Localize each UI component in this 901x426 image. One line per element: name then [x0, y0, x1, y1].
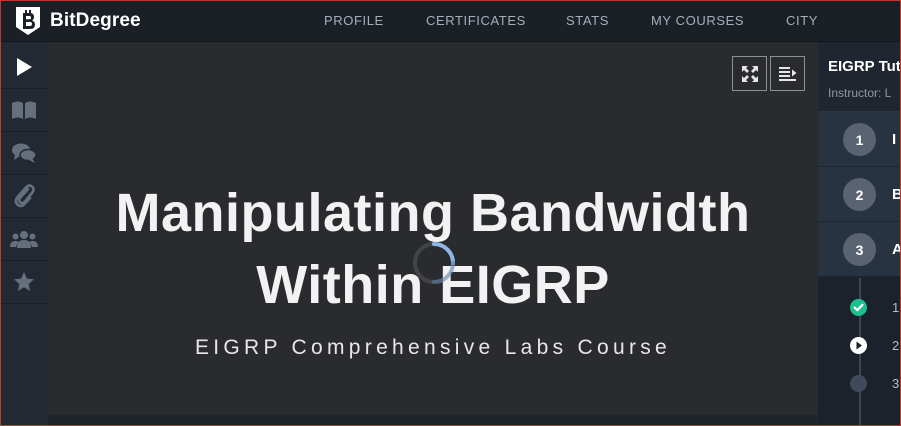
course-instructor[interactable]: Instructor: L [828, 86, 891, 100]
fullscreen-button[interactable] [732, 56, 767, 91]
course-content-panel: EIGRP Tut Instructor: L 1 I 2 B 3 A 1 2 … [818, 42, 901, 426]
lesson-number: 2 [892, 338, 900, 353]
play-icon [17, 58, 32, 76]
sidebar-item-students[interactable] [0, 218, 48, 261]
section-title: A [892, 241, 901, 258]
video-subtitle: EIGRP Comprehensive Labs Course [194, 336, 672, 359]
paperclip-icon [14, 184, 35, 208]
course-header: EIGRP Tut Instructor: L [818, 42, 901, 112]
sidebar-item-materials[interactable] [0, 89, 48, 132]
bitdegree-shield-icon [16, 7, 40, 35]
users-icon [10, 231, 38, 248]
lesson-item-1[interactable]: 1 [818, 288, 901, 326]
chat-icon [12, 143, 37, 163]
video-player[interactable]: Manipulating Bandwidth Within EIGRP EIGR… [48, 42, 818, 415]
sidebar-item-video[interactable] [0, 46, 48, 89]
video-controls-bar[interactable] [48, 415, 818, 426]
sidebar-item-attachments[interactable] [0, 175, 48, 218]
sidebar-item-discussion[interactable] [0, 132, 48, 175]
section-number: 3 [843, 233, 876, 266]
lesson-number: 3 [892, 376, 900, 391]
section-title: I [892, 131, 897, 148]
loading-spinner-icon [413, 242, 455, 284]
left-sidebar [0, 42, 48, 426]
brand-name: BitDegree [50, 10, 141, 31]
section-number: 1 [843, 123, 876, 156]
playlist-toggle-button[interactable] [770, 56, 805, 91]
pending-dot-icon [850, 375, 867, 392]
video-title-line-1: Manipulating Bandwidth [115, 183, 751, 243]
completed-check-icon [850, 299, 867, 316]
nav-my-courses[interactable]: MY COURSES [651, 13, 744, 28]
brand-logo[interactable]: BitDegree [14, 5, 141, 37]
sidebar-item-reviews[interactable] [0, 261, 48, 304]
section-item-3[interactable]: 3 A [818, 222, 901, 277]
lesson-item-2[interactable]: 2 [818, 326, 901, 364]
now-playing-icon [850, 337, 867, 354]
section-item-1[interactable]: 1 I [818, 112, 901, 167]
section-item-2[interactable]: 2 B [818, 167, 901, 222]
fullscreen-icon [741, 65, 758, 82]
book-icon [12, 101, 36, 119]
nav-stats[interactable]: STATS [566, 13, 609, 28]
nav-city[interactable]: CITY [786, 13, 818, 28]
section-number: 2 [843, 178, 876, 211]
nav-certificates[interactable]: CERTIFICATES [426, 13, 526, 28]
nav-profile[interactable]: PROFILE [324, 13, 384, 28]
course-title: EIGRP Tut [828, 58, 901, 75]
star-icon [14, 272, 34, 291]
playlist-icon [778, 66, 796, 81]
section-title: B [892, 186, 901, 203]
lesson-number: 1 [892, 300, 900, 315]
lesson-item-3[interactable]: 3 [818, 364, 901, 402]
top-navbar: BitDegree PROFILE CERTIFICATES STATS MY … [0, 0, 901, 42]
